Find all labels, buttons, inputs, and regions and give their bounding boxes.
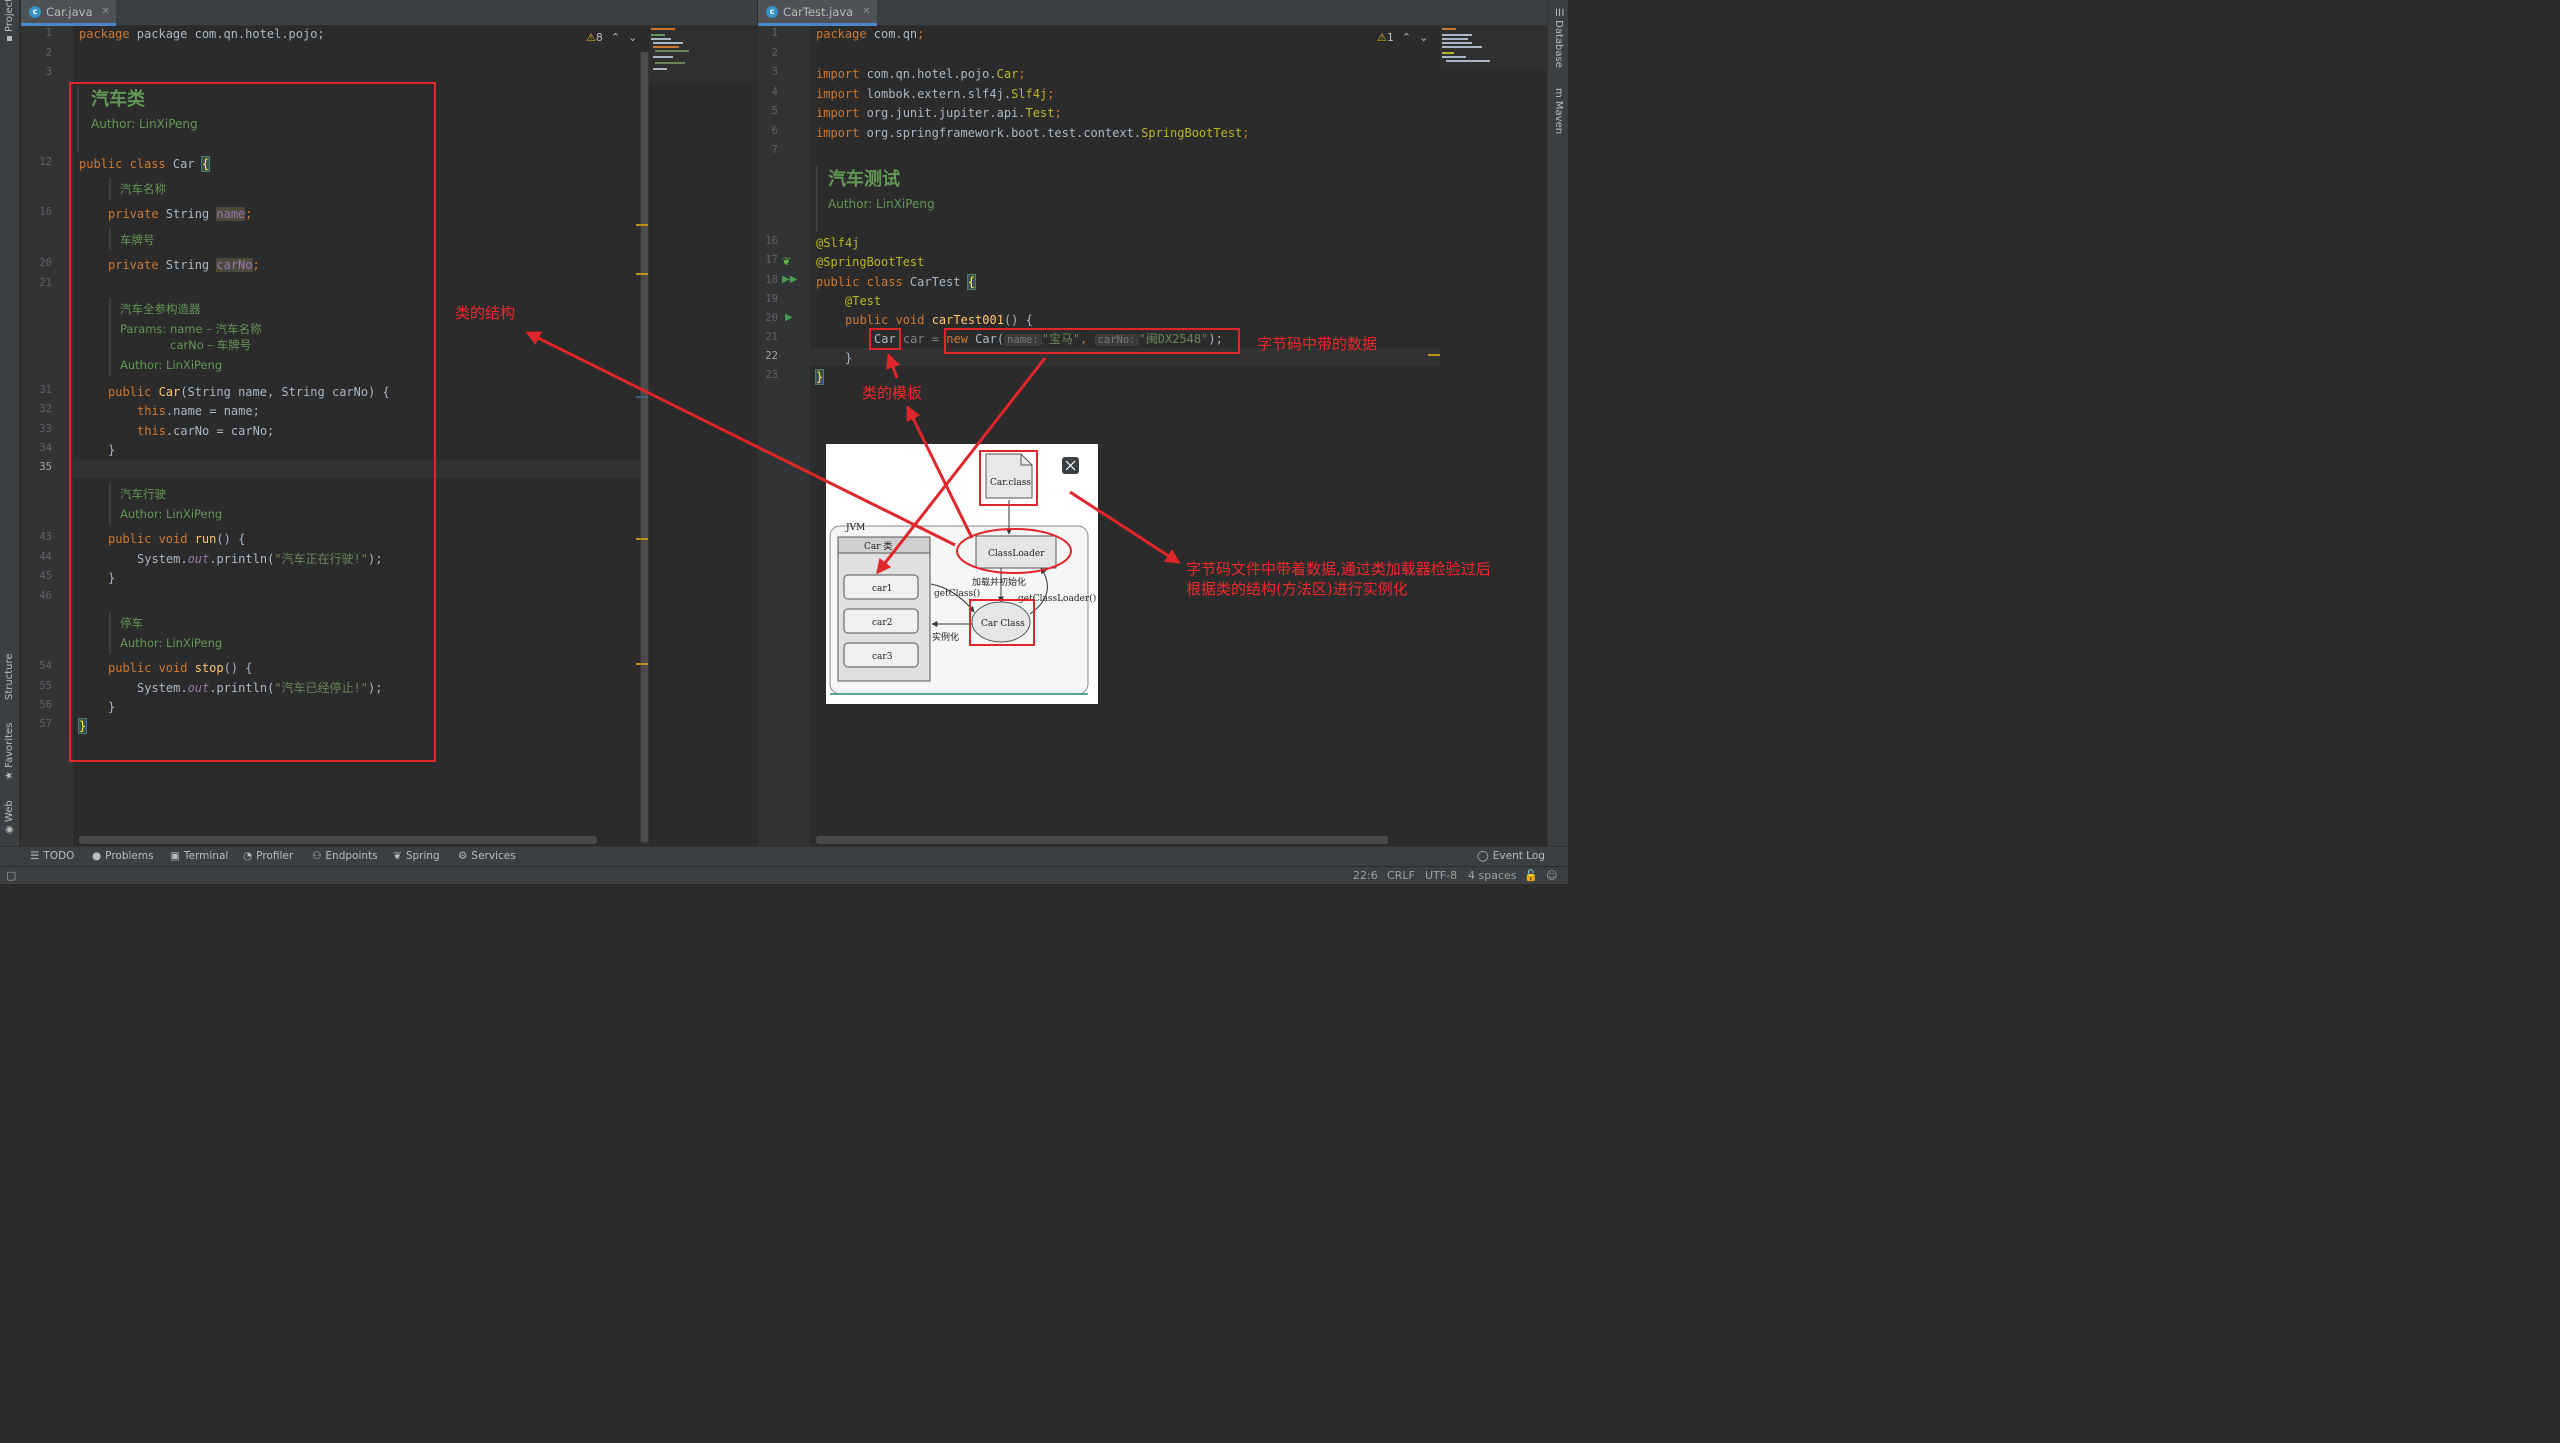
arrow-to-class-template [906,405,974,539]
services-icon: ⚙ [458,850,468,862]
services-tool-button[interactable]: ⚙ Services [458,850,516,862]
ide-window: ▪ Project Structure ★ Favorites ◉ Web c … [0,0,1568,884]
spring-label: Spring [405,850,440,862]
arrow-to-car1 [876,357,1047,575]
problems-icon: ● [92,850,102,862]
event-log-icon: ◯ [1477,850,1489,862]
arrow-to-explanation [1069,490,1181,564]
file-encoding[interactable]: UTF-8 [1425,869,1457,882]
tool-window-bar: ☰ TODO ● Problems ▣ Terminal ◔ Profiler ⚇ End… [0,846,1568,866]
arrow-to-car-type [886,353,901,379]
problems-label: Problems [105,850,154,862]
annotation-arrows [525,331,1181,575]
endpoints-icon: ⚇ [312,850,322,862]
terminal-label: Terminal [183,850,229,862]
profiler-label: Profiler [256,850,294,862]
lock-icon[interactable]: 🔓 [1524,869,1538,882]
caret-position[interactable]: 22:6 [1353,869,1378,882]
profiler-icon: ◔ [243,850,253,862]
spring-tool-button[interactable]: ❦ Spring [393,850,440,862]
terminal-tool-button[interactable]: ▣ Terminal [170,850,228,862]
problems-tool-button[interactable]: ● Problems [92,850,154,862]
endpoints-tool-button[interactable]: ⚇ Endpoints [312,850,378,862]
spring-icon: ❦ [393,850,402,862]
event-log-label: Event Log [1492,850,1545,862]
todo-label: TODO [43,850,75,862]
terminal-icon: ▣ [170,850,180,862]
event-log-button[interactable]: ◯ Event Log [1477,850,1545,862]
status-bar: ▢ 22:6 CRLF UTF-8 4 spaces 🔓 ☺ [0,866,1568,884]
list-icon: ☰ [30,850,40,862]
profiler-tool-button[interactable]: ◔ Profiler [243,850,293,862]
endpoints-label: Endpoints [325,850,378,862]
services-label: Services [471,850,516,862]
todo-tool-button[interactable]: ☰ TODO [30,850,74,862]
layout-toggle-icon[interactable]: ▢ [6,869,16,882]
notifications-icon[interactable]: ☺ [1546,869,1557,882]
indent-setting[interactable]: 4 spaces [1468,869,1517,882]
line-separator[interactable]: CRLF [1387,869,1415,882]
